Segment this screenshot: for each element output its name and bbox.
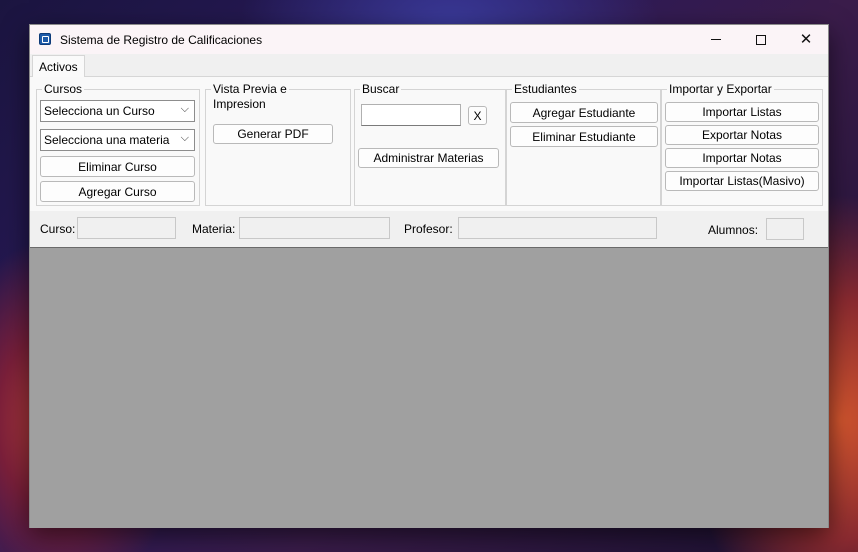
curso-select[interactable]: Selecciona un Curso ⌵ bbox=[40, 100, 195, 122]
group-title-vista-line1: Vista Previa e bbox=[213, 82, 287, 96]
group-estudiantes: Estudiantes Agregar Estudiante Eliminar … bbox=[506, 82, 661, 206]
curso-field bbox=[77, 217, 176, 239]
maximize-icon bbox=[756, 34, 766, 45]
materia-select-value: Selecciona una materia bbox=[44, 133, 170, 147]
clear-search-button[interactable]: X bbox=[468, 106, 487, 125]
data-grid[interactable] bbox=[30, 247, 828, 528]
profesor-label: Profesor: bbox=[404, 222, 453, 236]
eliminar-estudiante-button[interactable]: Eliminar Estudiante bbox=[510, 126, 658, 147]
group-buscar: Buscar X Administrar Materias bbox=[354, 82, 506, 206]
minimize-button[interactable] bbox=[693, 25, 739, 54]
group-importar-exportar: Importar y Exportar Importar Listas Expo… bbox=[661, 82, 823, 206]
alumnos-field bbox=[766, 218, 804, 240]
search-input[interactable] bbox=[361, 104, 461, 126]
materia-select[interactable]: Selecciona una materia ⌵ bbox=[40, 129, 195, 151]
maximize-button[interactable] bbox=[738, 25, 784, 54]
minimize-icon bbox=[711, 39, 721, 40]
generar-pdf-button[interactable]: Generar PDF bbox=[213, 124, 333, 144]
group-title-vista-line2: Impresion bbox=[213, 97, 266, 111]
tab-bar: Activos bbox=[30, 54, 828, 78]
alumnos-label: Alumnos: bbox=[708, 223, 759, 237]
chevron-down-icon: ⌵ bbox=[180, 132, 189, 144]
group-cursos: Cursos Selecciona un Curso ⌵ Selecciona … bbox=[36, 82, 200, 206]
close-icon: ✕ bbox=[799, 31, 813, 48]
eliminar-curso-button[interactable]: Eliminar Curso bbox=[40, 156, 195, 177]
materia-field bbox=[239, 217, 390, 239]
group-title-cursos: Cursos bbox=[42, 82, 85, 96]
group-title-importar-exportar: Importar y Exportar bbox=[667, 82, 774, 96]
materia-label: Materia: bbox=[192, 222, 236, 236]
chevron-down-icon: ⌵ bbox=[180, 103, 189, 115]
group-title-vista-previa: Vista Previa e Impresion bbox=[211, 82, 289, 112]
importar-notas-button[interactable]: Importar Notas bbox=[665, 148, 819, 168]
curso-select-value: Selecciona un Curso bbox=[44, 104, 155, 118]
importar-listas-masivo-button[interactable]: Importar Listas(Masivo) bbox=[665, 171, 819, 191]
importar-listas-button[interactable]: Importar Listas bbox=[665, 102, 819, 122]
profesor-field bbox=[458, 217, 657, 239]
info-bar: Curso: Materia: Profesor: Alumnos: bbox=[30, 211, 828, 247]
group-title-buscar: Buscar bbox=[360, 82, 402, 96]
group-title-estudiantes: Estudiantes bbox=[512, 82, 579, 96]
administrar-materias-button[interactable]: Administrar Materias bbox=[358, 148, 499, 168]
title-bar[interactable]: Sistema de Registro de Calificaciones ✕ bbox=[30, 25, 828, 54]
tab-activos[interactable]: Activos bbox=[32, 55, 85, 78]
window-title: Sistema de Registro de Calificaciones bbox=[60, 33, 263, 47]
app-icon bbox=[39, 33, 51, 45]
exportar-notas-button[interactable]: Exportar Notas bbox=[665, 125, 819, 145]
app-window: Sistema de Registro de Calificaciones ✕ … bbox=[29, 24, 829, 528]
agregar-curso-button[interactable]: Agregar Curso bbox=[40, 181, 195, 202]
curso-label: Curso: bbox=[40, 222, 76, 236]
agregar-estudiante-button[interactable]: Agregar Estudiante bbox=[510, 102, 658, 123]
toolbar-area: Cursos Selecciona un Curso ⌵ Selecciona … bbox=[30, 77, 828, 211]
group-vista-previa: Vista Previa e Impresion Generar PDF bbox=[205, 82, 351, 206]
close-button[interactable]: ✕ bbox=[783, 25, 829, 54]
